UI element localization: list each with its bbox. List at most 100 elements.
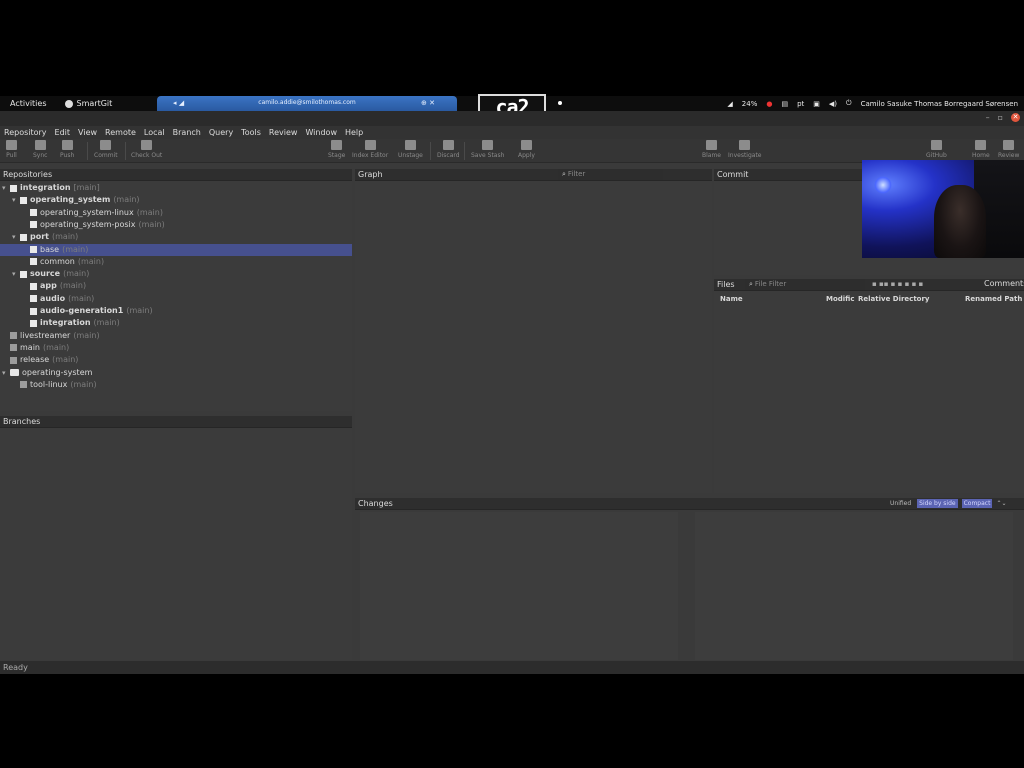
repository-item[interactable]: tool-linux (main)	[0, 379, 352, 391]
index-editor-button[interactable]: Index Editor	[352, 140, 388, 159]
blame-button[interactable]: Blame	[702, 140, 721, 159]
activities-button[interactable]: Activities	[10, 99, 47, 108]
repository-icon	[10, 356, 17, 364]
pull-button[interactable]: Pull	[6, 140, 17, 159]
menu-query[interactable]: Query	[209, 128, 233, 137]
repository-item[interactable]: common (main)	[0, 256, 352, 268]
menu-local[interactable]: Local	[144, 128, 165, 137]
repository-item[interactable]: audio (main)	[0, 293, 352, 305]
back-icon[interactable]: ◂ ◢	[173, 96, 184, 110]
system-tray[interactable]: ◢ 24% ● ▤ pt ▣ ◀) ⏻ Camilo Sasuke Thomas…	[727, 96, 1018, 111]
investigate-button[interactable]: Investigate	[728, 140, 762, 159]
repository-branch: (main)	[43, 342, 70, 352]
column-modified[interactable]: Modific	[826, 294, 855, 304]
next-change-icon[interactable]: ⌃⌄	[996, 500, 1006, 507]
chevron-down-icon[interactable]: ▾	[2, 182, 10, 194]
checkout-button[interactable]: Check Out	[131, 140, 162, 159]
language-label[interactable]: pt	[797, 100, 804, 108]
chevron-down-icon[interactable]: ▾	[12, 268, 20, 280]
stage-button[interactable]: Stage	[328, 140, 345, 159]
repository-name: release	[20, 355, 50, 365]
repository-item[interactable]: operating_system-linux (main)	[0, 207, 352, 219]
home-button[interactable]: Home	[972, 140, 990, 159]
changes-right-pane[interactable]	[695, 512, 1013, 660]
repository-branch: (main)	[52, 232, 79, 242]
menu-window[interactable]: Window	[305, 128, 337, 137]
repository-branch: (main)	[62, 244, 89, 254]
graph-filter-input[interactable]: ⌕ Filter	[558, 169, 663, 180]
battery-label: 24%	[741, 99, 758, 108]
graph-panel[interactable]	[355, 181, 712, 493]
window-title-bar[interactable]: – ▫ ✕	[0, 111, 1024, 126]
repository-item[interactable]: main (main)	[0, 342, 352, 354]
menu-tools[interactable]: Tools	[241, 128, 261, 137]
repository-branch: (main)	[136, 207, 163, 217]
files-view-toggles-icon[interactable]: ▪ ▪▪ ▪ ▪ ▪ ▪ ▪	[872, 280, 923, 288]
repository-icon	[30, 258, 37, 266]
app-menu[interactable]: SmartGit	[64, 99, 112, 108]
toolbar-separator	[125, 142, 126, 160]
column-renamed-path[interactable]: Renamed Path	[965, 294, 1022, 304]
commit-button[interactable]: Commit	[94, 140, 118, 159]
repository-item[interactable]: ▾ operating-system	[0, 367, 352, 379]
review-button[interactable]: Review	[998, 140, 1019, 159]
checkout-icon	[141, 140, 153, 150]
compact-button[interactable]: Compact	[961, 499, 993, 508]
user-name[interactable]: Camilo Sasuke Thomas Borregaard Sørensen	[861, 100, 1018, 108]
repository-item[interactable]: base (main)	[0, 243, 352, 256]
menu-help[interactable]: Help	[345, 128, 363, 137]
network-icon[interactable]: ◢	[727, 100, 732, 108]
search-icon: ⌕	[749, 280, 753, 288]
discard-button[interactable]: Discard	[437, 140, 460, 159]
repository-item[interactable]: ▾ integration [main]	[0, 182, 352, 194]
maximize-icon[interactable]: ▫	[998, 113, 1003, 122]
volume-icon[interactable]: ◀)	[829, 100, 837, 108]
repository-item[interactable]: ▾ port (main)	[0, 231, 352, 243]
sync-button[interactable]: Sync	[33, 140, 47, 159]
comments-toggle[interactable]: Comments	[984, 279, 1024, 288]
power-icon[interactable]: ⏻	[846, 99, 852, 108]
keyboard-icon[interactable]: ▤	[781, 100, 788, 108]
close-icon[interactable]: ✕	[1011, 113, 1020, 122]
repository-item[interactable]: integration (main)	[0, 317, 352, 329]
repository-name: base	[40, 244, 60, 254]
side-by-side-mode-button[interactable]: Side by side	[917, 499, 958, 508]
repository-item[interactable]: audio-generation1 (main)	[0, 305, 352, 317]
repository-item[interactable]: operating_system-posix (main)	[0, 219, 352, 231]
apply-button[interactable]: Apply	[518, 140, 535, 159]
repository-item[interactable]: livestreamer (main)	[0, 330, 352, 342]
branches-panel	[0, 428, 352, 660]
push-button[interactable]: Push	[60, 140, 74, 159]
save-stash-button[interactable]: Save Stash	[471, 140, 504, 159]
menu-branch[interactable]: Branch	[173, 128, 201, 137]
menu-view[interactable]: View	[78, 128, 97, 137]
chevron-down-icon[interactable]: ▾	[12, 194, 20, 206]
repository-name: app	[40, 281, 57, 291]
repository-item[interactable]: release (main)	[0, 354, 352, 366]
menu-edit[interactable]: Edit	[55, 128, 71, 137]
chevron-down-icon[interactable]: ▾	[12, 231, 20, 243]
repository-item[interactable]: app (main)	[0, 280, 352, 292]
minimize-icon[interactable]: –	[986, 113, 990, 122]
repository-name: audio	[40, 293, 66, 303]
repository-icon	[20, 381, 27, 389]
firewall-icon[interactable]: ●	[766, 100, 772, 108]
unified-mode-button[interactable]: Unified	[888, 499, 913, 508]
repository-item[interactable]: ▾ operating_system (main)	[0, 194, 352, 206]
tab-controls-icon[interactable]: ⊕ ✕	[421, 96, 435, 110]
column-name[interactable]: Name	[720, 294, 743, 304]
chevron-down-icon[interactable]: ▾	[2, 367, 10, 379]
unstage-button[interactable]: Unstage	[398, 140, 423, 159]
menu-review[interactable]: Review	[269, 128, 298, 137]
menu-repository[interactable]: Repository	[4, 128, 47, 137]
repositories-tree: ▾ integration [main] ▾ operating_system (main…	[0, 181, 352, 411]
menu-remote[interactable]: Remote	[105, 128, 136, 137]
changes-left-pane[interactable]	[360, 512, 678, 660]
repository-branch: (main)	[68, 293, 95, 303]
repository-item[interactable]: ▾ source (main)	[0, 268, 352, 280]
column-relative-directory[interactable]: Relative Directory	[858, 294, 929, 304]
browser-tab[interactable]: ◂ ◢ camilo.addie@smilothomas.com ⊕ ✕	[157, 96, 457, 111]
file-filter-input[interactable]: ⌕ File Filter	[745, 279, 865, 290]
screen-icon[interactable]: ▣	[813, 100, 820, 108]
github-button[interactable]: GitHub	[926, 140, 947, 159]
